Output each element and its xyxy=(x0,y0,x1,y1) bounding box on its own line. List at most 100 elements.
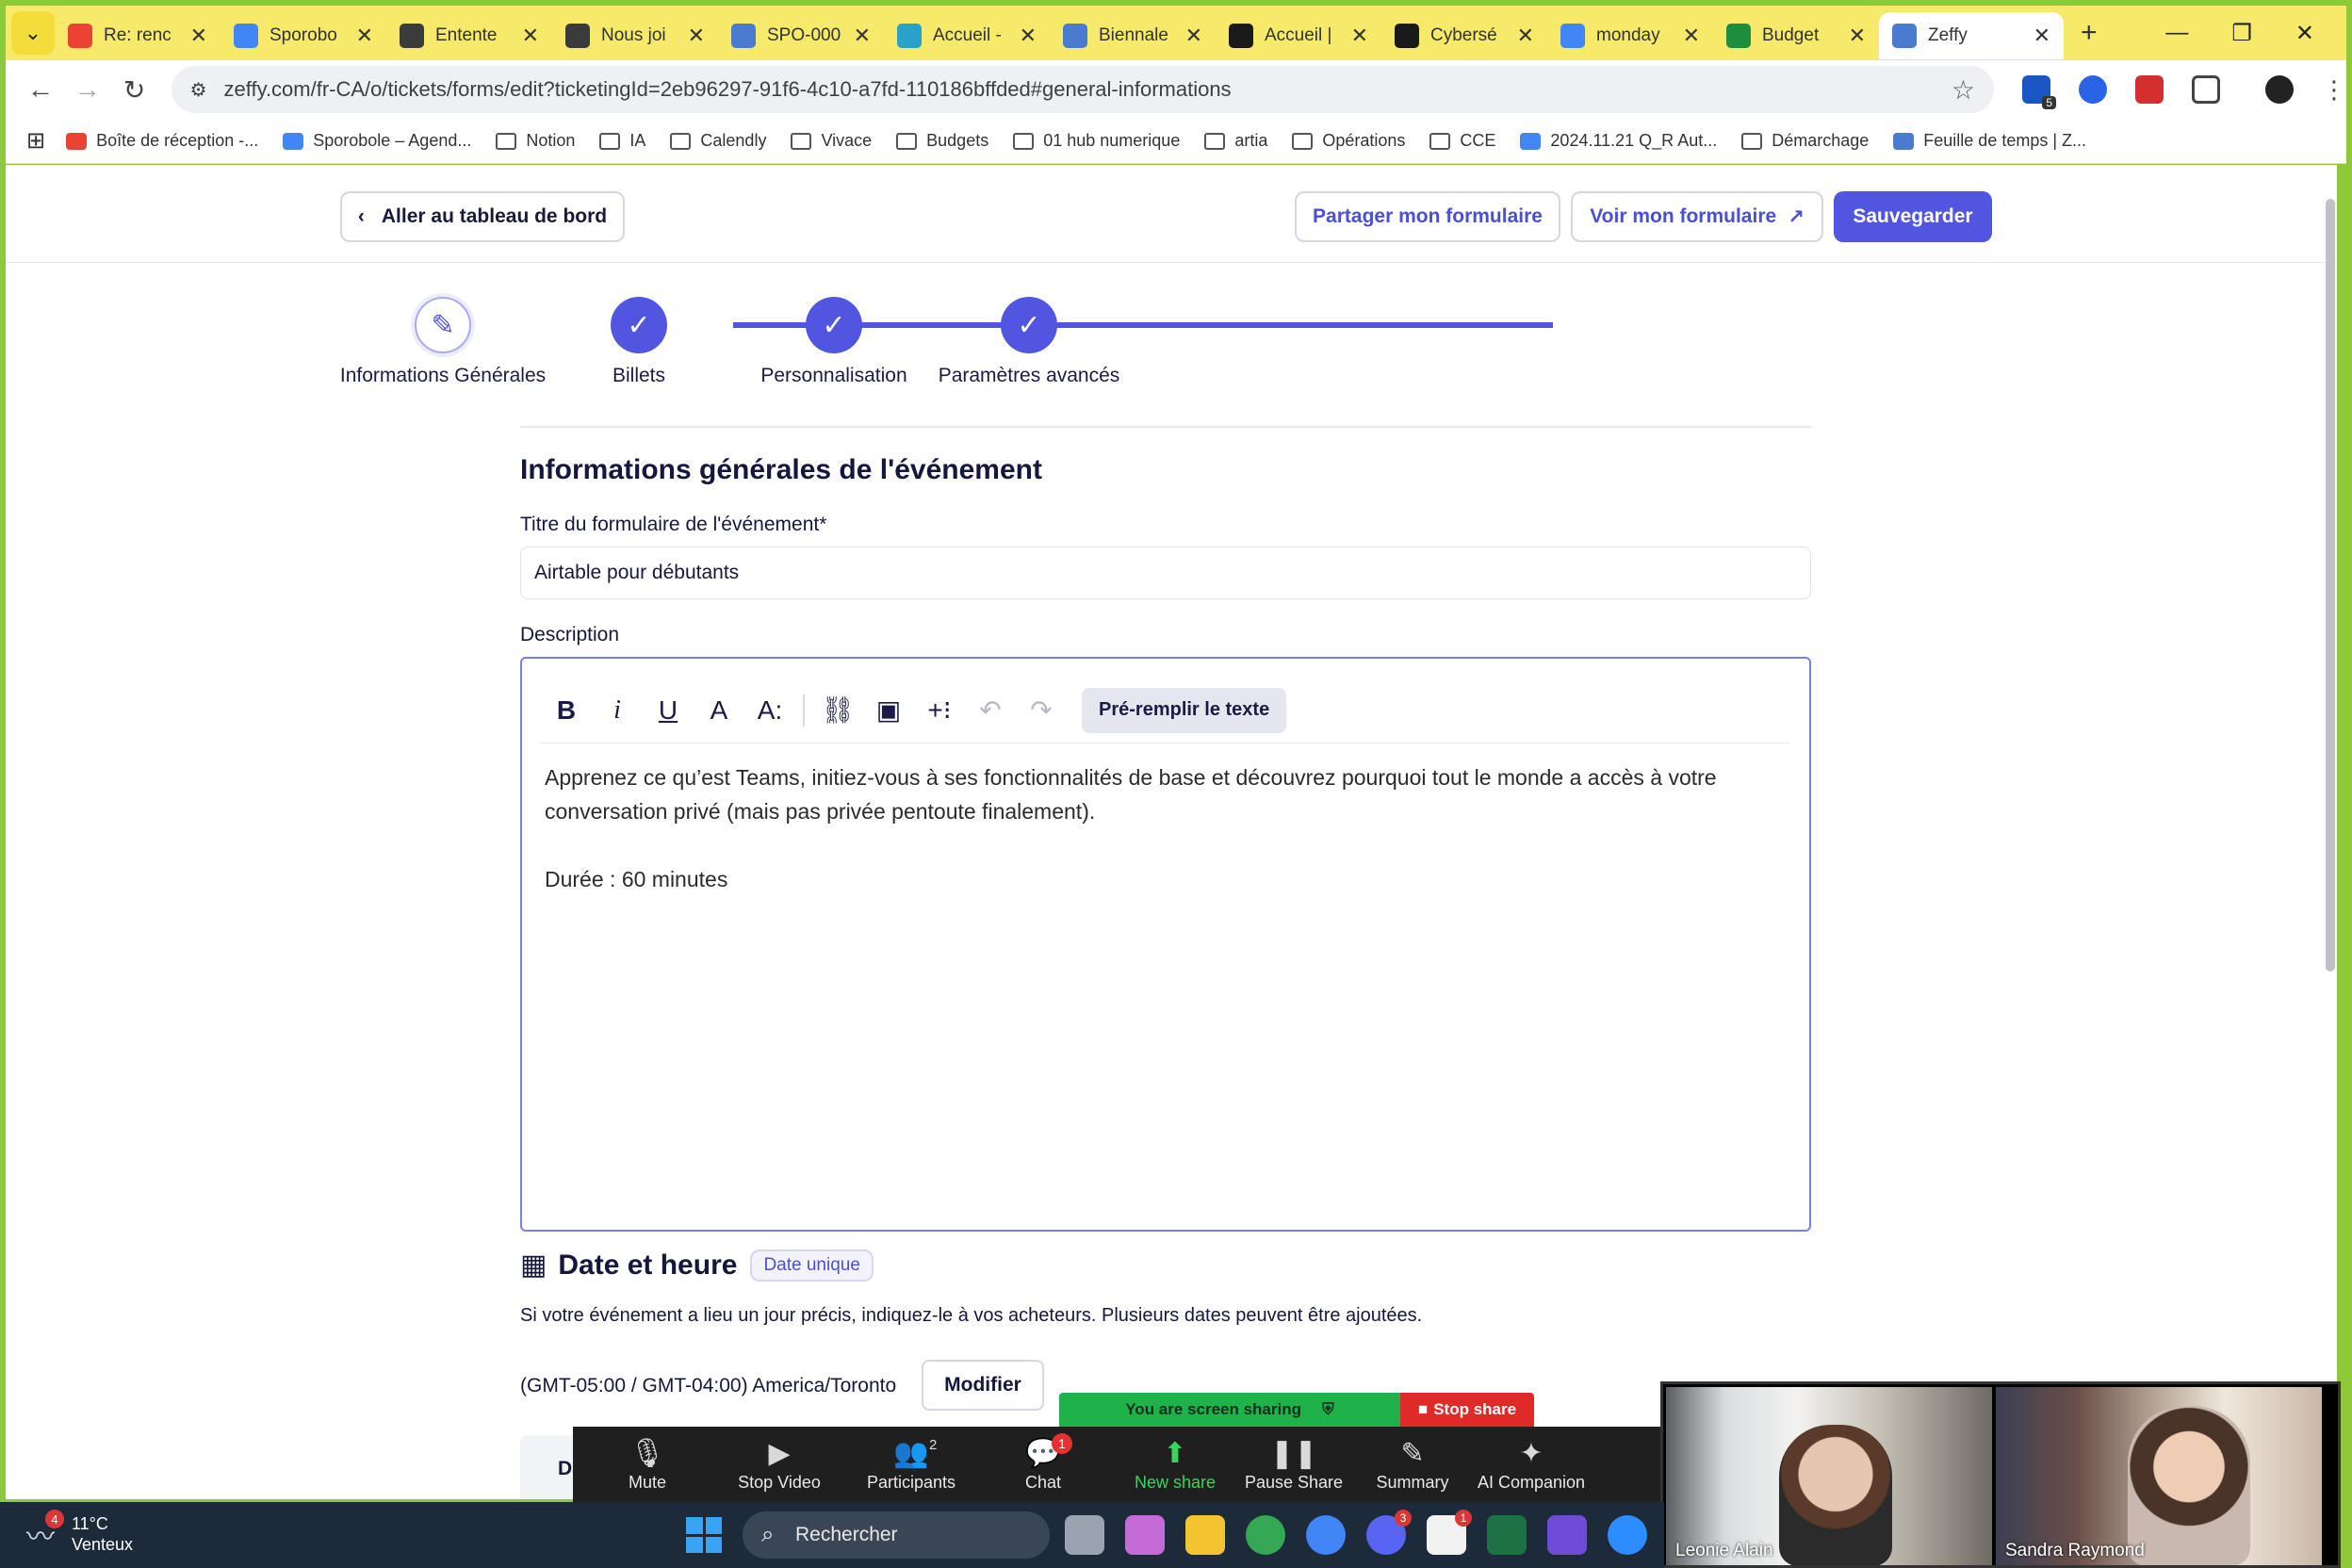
undo-icon[interactable]: ↶ xyxy=(965,694,1016,726)
bold-icon[interactable]: B xyxy=(541,695,592,726)
close-tab-icon[interactable]: ✕ xyxy=(356,24,373,48)
extension-icon-1[interactable]: 5 xyxy=(2022,75,2057,109)
bookmark-item[interactable]: Calendly xyxy=(670,131,766,151)
share-form-button[interactable]: Partager mon formulaire xyxy=(1295,191,1560,242)
close-tab-icon[interactable]: ✕ xyxy=(1517,24,1534,48)
task-view-icon[interactable] xyxy=(1065,1515,1104,1555)
site-settings-icon[interactable]: ⚙ xyxy=(190,78,207,102)
save-button[interactable]: Sauvegarder xyxy=(1834,191,1992,242)
event-title-input[interactable]: Airtable pour débutants xyxy=(520,547,1811,599)
zoom-chat-button[interactable]: 💬 Chat 1 xyxy=(984,1432,1102,1493)
chrome-profile-icon[interactable] xyxy=(1306,1515,1346,1555)
weather-widget[interactable]: 〰 4 11°C Venteux xyxy=(26,1510,133,1555)
back-to-dashboard-button[interactable]: ‹ Aller au tableau de bord xyxy=(340,191,625,242)
minimize-icon[interactable]: — xyxy=(2165,20,2188,47)
reload-icon[interactable]: ↻ xyxy=(111,74,158,106)
browser-tab[interactable]: Cybersé ✕ xyxy=(1381,12,1547,59)
browser-tab[interactable]: Biennale ✕ xyxy=(1050,12,1216,59)
discord-icon[interactable]: 3 xyxy=(1366,1510,1412,1555)
bookmark-item[interactable]: Notion xyxy=(496,131,575,151)
app-q-icon[interactable] xyxy=(1547,1515,1587,1555)
modify-timezone-button[interactable]: Modifier xyxy=(922,1360,1044,1411)
forward-arrow-icon[interactable]: → xyxy=(64,74,111,105)
step-3-circle[interactable]: ✓ xyxy=(806,297,862,353)
bookmark-item[interactable]: Démarchage xyxy=(1741,131,1869,151)
link-icon[interactable]: ⛓ xyxy=(812,694,863,726)
browser-tab[interactable]: Nous joi ✕ xyxy=(552,12,718,59)
bookmark-item[interactable]: 01 hub numerique xyxy=(1013,131,1180,151)
bookmark-item[interactable]: Sporobole – Agend... xyxy=(283,131,471,151)
bookmark-item[interactable]: artia xyxy=(1204,131,1267,151)
maximize-icon[interactable]: ❐ xyxy=(2231,20,2252,47)
text-color-icon[interactable]: A xyxy=(694,695,744,726)
profile-avatar[interactable] xyxy=(2265,75,2295,104)
close-tab-icon[interactable]: ✕ xyxy=(2034,24,2050,48)
browser-tab[interactable]: SPO-000 ✕ xyxy=(718,12,884,59)
bookmark-star-icon[interactable]: ☆ xyxy=(1952,74,1975,106)
browser-tab[interactable]: Zeffy ✕ xyxy=(1879,12,2064,59)
browser-tab[interactable]: Entente ✕ xyxy=(386,12,552,59)
browser-tab[interactable]: Sporobo ✕ xyxy=(220,12,386,59)
close-tab-icon[interactable]: ✕ xyxy=(1849,24,1866,48)
extensions-puzzle-icon[interactable] xyxy=(2192,75,2221,104)
browser-tab[interactable]: Re: renc ✕ xyxy=(55,12,220,59)
zoom-mute-button[interactable]: 🎙 Mute xyxy=(588,1437,707,1493)
extension-icon-2[interactable] xyxy=(2079,75,2108,104)
apps-grid-icon[interactable]: ⊞ xyxy=(26,127,45,155)
zoom-participants-button[interactable]: 👥 Participants 2 xyxy=(852,1437,971,1493)
bookmark-item[interactable]: Boîte de réception -... xyxy=(66,131,258,151)
close-tab-icon[interactable]: ✕ xyxy=(854,24,871,48)
image-icon[interactable]: ▣ xyxy=(863,694,914,726)
close-tab-icon[interactable]: ✕ xyxy=(522,24,539,48)
italic-icon[interactable]: i xyxy=(592,695,643,726)
close-tab-icon[interactable]: ✕ xyxy=(1020,24,1037,48)
close-tab-icon[interactable]: ✕ xyxy=(1351,24,1368,48)
bookmark-item[interactable]: CCE xyxy=(1429,131,1495,151)
bookmark-item[interactable]: 2024.11.21 Q_R Aut... xyxy=(1520,131,1717,151)
description-text[interactable]: Apprenez ce qu’est Teams, initiez-vous à… xyxy=(545,760,1787,896)
stop-share-button[interactable]: ■ Stop share xyxy=(1400,1393,1534,1427)
bookmark-item[interactable]: Opérations xyxy=(1292,131,1405,151)
step-2-circle[interactable]: ✓ xyxy=(611,297,667,353)
underline-icon[interactable]: U xyxy=(643,695,694,726)
step-1-circle[interactable]: ✎ xyxy=(415,297,471,353)
url-bar[interactable]: ⚙ zeffy.com/fr-CA/o/tickets/forms/edit?t… xyxy=(171,66,1995,113)
view-form-button[interactable]: Voir mon formulaire ↗ xyxy=(1571,191,1823,242)
close-window-icon[interactable]: ✕ xyxy=(2295,20,2314,47)
windows-start-button[interactable] xyxy=(686,1517,722,1553)
close-tab-icon[interactable]: ✕ xyxy=(1683,24,1700,48)
scroll-thumb[interactable] xyxy=(2326,199,2335,972)
close-tab-icon[interactable]: ✕ xyxy=(190,24,207,48)
new-tab-button[interactable]: + xyxy=(2081,17,2098,49)
zoom-icon[interactable] xyxy=(1608,1515,1647,1555)
participant-video-1[interactable]: Leonie Alain xyxy=(1666,1387,1992,1565)
browser-tab[interactable]: Accueil - ✕ xyxy=(884,12,1050,59)
step-4-circle[interactable]: ✓ xyxy=(1001,297,1057,353)
notion-icon[interactable]: 1 xyxy=(1427,1510,1472,1555)
page-scrollbar[interactable] xyxy=(2324,180,2337,1480)
chrome-icon[interactable] xyxy=(1246,1515,1285,1555)
description-editor[interactable]: B i U A A: ⛓ ▣ +⁝ ↶ ↷ Pré-remplir le tex… xyxy=(520,657,1811,1232)
taskbar-search[interactable]: ⌕ Rechercher xyxy=(743,1511,1050,1559)
close-tab-icon[interactable]: ✕ xyxy=(688,24,705,48)
browser-tab[interactable]: Accueil | ✕ xyxy=(1216,12,1381,59)
prefill-text-button[interactable]: Pré-remplir le texte xyxy=(1082,687,1287,733)
redo-icon[interactable]: ↷ xyxy=(1016,694,1067,726)
zoom-new-share-button[interactable]: ⬆ New share xyxy=(1116,1437,1234,1493)
zoom-stop-video-button[interactable]: ▶ Stop Video xyxy=(720,1437,839,1493)
excel-icon[interactable] xyxy=(1487,1515,1527,1555)
url-text[interactable]: zeffy.com/fr-CA/o/tickets/forms/edit?tic… xyxy=(224,77,1952,102)
participant-video-2[interactable]: Sandra Raymond xyxy=(1996,1387,2322,1565)
tab-search-button[interactable]: ⌄ xyxy=(11,11,55,55)
close-tab-icon[interactable]: ✕ xyxy=(1185,24,1202,48)
step-4-label[interactable]: Paramètres avancés xyxy=(888,365,1170,387)
bookmark-item[interactable]: Vivace xyxy=(791,131,872,151)
insert-icon[interactable]: +⁝ xyxy=(914,694,965,726)
browser-tab[interactable]: monday ✕ xyxy=(1547,12,1713,59)
zoom-summary-button[interactable]: ✎ Summary xyxy=(1353,1437,1472,1493)
copilot-icon[interactable] xyxy=(1125,1515,1165,1555)
browser-tab[interactable]: Budget ✕ xyxy=(1713,12,1879,59)
back-arrow-icon[interactable]: ← xyxy=(17,74,64,105)
bookmark-item[interactable]: IA xyxy=(599,131,645,151)
zoom-pause-share-button[interactable]: ❚❚ Pause Share xyxy=(1234,1437,1353,1493)
